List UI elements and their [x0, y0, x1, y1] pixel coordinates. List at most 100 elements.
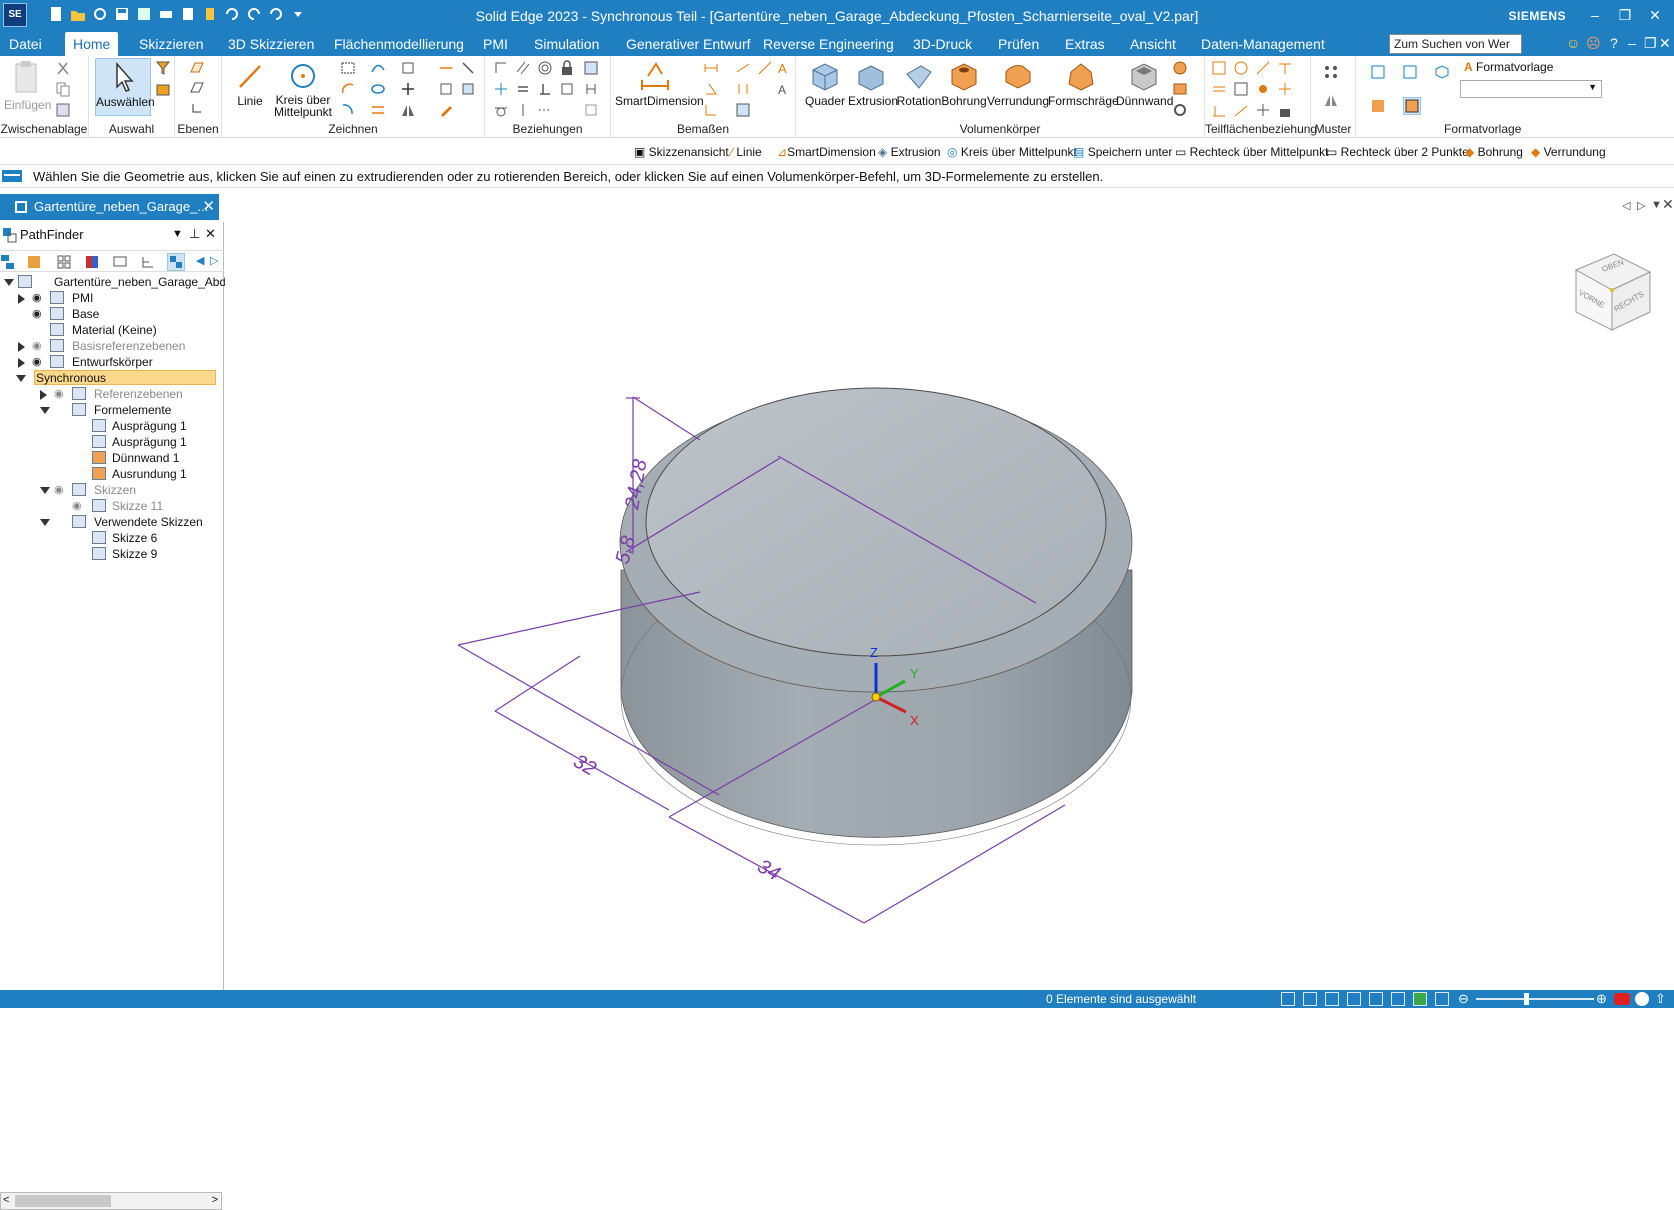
zoom-slider-thumb[interactable]	[1524, 993, 1529, 1005]
view-cube[interactable]: OBEN VORNE RECHTS	[1574, 253, 1652, 331]
tree-node[interactable]: Ausprägung 1	[0, 434, 224, 450]
visibility-eye-icon[interactable]: ◉	[32, 291, 42, 304]
panel-menu-icon[interactable]: ▼	[172, 228, 183, 240]
visibility-eye-icon[interactable]: ◉	[54, 483, 64, 496]
perpendicular-icon[interactable]	[537, 81, 553, 97]
zoom-out-icon[interactable]: ⊖	[1458, 991, 1469, 1007]
tab-generativer-entwurf[interactable]: Generativer Entwurf	[626, 36, 751, 52]
collapse-icon[interactable]	[40, 519, 50, 526]
gear-body-icon[interactable]	[1172, 102, 1188, 118]
video-icon[interactable]	[1614, 993, 1630, 1005]
distance-between-icon[interactable]	[703, 60, 719, 76]
pan-icon[interactable]	[1347, 992, 1361, 1006]
help-icon[interactable]: ?	[1610, 35, 1618, 51]
chamfer-dim-icon[interactable]	[757, 60, 773, 76]
scroll-left-icon[interactable]: ◀	[196, 254, 204, 267]
layers-icon[interactable]	[26, 254, 42, 270]
tab-scroll-right-icon[interactable]: ▷	[1637, 199, 1645, 212]
filter-icon[interactable]	[155, 60, 171, 76]
dim-axis-icon[interactable]	[735, 81, 751, 97]
tree-node[interactable]: ◉ Basisreferenzebenen	[0, 338, 224, 354]
duennwand-button[interactable]: Dünnwand	[1116, 60, 1173, 108]
parallel-icon[interactable]	[515, 60, 531, 76]
expand-icon[interactable]	[18, 342, 25, 352]
maintain-relation-icon[interactable]	[583, 81, 599, 97]
collapse-icon[interactable]	[40, 487, 50, 494]
tree-node[interactable]: ◉ Entwurfskörper	[0, 354, 224, 370]
arc-icon[interactable]	[340, 81, 356, 97]
tree-node[interactable]: ◉ PMI	[0, 290, 224, 306]
circle-center-button[interactable]: Kreis über Mittelpunkt	[266, 60, 340, 118]
grid-view-icon[interactable]	[56, 254, 72, 270]
cmd-skizzenansicht[interactable]: ▣ Skizzenansicht	[634, 145, 729, 159]
collapse-icon[interactable]	[16, 375, 26, 382]
dimension-32-label[interactable]: 32	[570, 750, 600, 780]
symmetric-icon[interactable]	[515, 102, 531, 118]
fit-view-icon[interactable]	[1281, 992, 1295, 1006]
tangent-icon[interactable]	[493, 102, 509, 118]
move-icon[interactable]	[400, 81, 416, 97]
frown-icon[interactable]: ☹	[1586, 35, 1601, 52]
cmd-speichern-unter[interactable]: ▤ Speichern unter	[1073, 145, 1172, 159]
split-icon[interactable]	[438, 81, 454, 97]
scrollbar-thumb[interactable]	[15, 1195, 111, 1207]
notification-icon[interactable]: ⇧	[1655, 991, 1666, 1007]
close-tab-icon[interactable]: ✕	[202, 197, 215, 215]
smile-icon[interactable]: ☺	[1566, 35, 1580, 51]
concentric-icon[interactable]	[537, 60, 553, 76]
face-lock-icon[interactable]	[1277, 102, 1293, 118]
bohrung-button[interactable]: Bohrung	[940, 60, 988, 108]
trim-icon[interactable]	[438, 60, 454, 76]
close-document-icon[interactable]: ✕	[1662, 196, 1674, 213]
relation-handles-icon[interactable]	[583, 60, 599, 76]
doc-close-icon[interactable]: ✕	[1659, 35, 1671, 52]
tree-node[interactable]: Material (Keine)	[0, 322, 224, 338]
pencil-icon[interactable]	[438, 102, 454, 118]
close-window-button[interactable]: ✕	[1642, 4, 1668, 26]
collapse-icon[interactable]	[40, 407, 50, 414]
tab-simulation[interactable]: Simulation	[534, 36, 599, 52]
select-tools-icon[interactable]	[155, 82, 171, 98]
paste-button[interactable]: Einfügen	[4, 60, 51, 112]
face-fixed-icon[interactable]	[1211, 102, 1227, 118]
sketch-view-icon[interactable]	[1391, 992, 1405, 1006]
tree-node[interactable]: Skizze 6	[0, 530, 224, 546]
dimension-34-label[interactable]: 34	[754, 855, 784, 885]
tree-node[interactable]: ◉ Skizze 11	[0, 498, 224, 514]
select-button[interactable]: Auswählen	[95, 58, 155, 116]
expand-icon[interactable]	[18, 358, 25, 368]
tab-home[interactable]: Home	[65, 32, 119, 56]
scroll-left-arrow-icon[interactable]: <	[3, 1194, 9, 1206]
tree-node[interactable]: Formelemente	[0, 402, 224, 418]
record-icon[interactable]	[1635, 992, 1649, 1006]
coordinate-dim-icon[interactable]	[703, 102, 719, 118]
tree-node[interactable]: Ausrundung 1	[0, 466, 224, 482]
tab-scroll-left-icon[interactable]: ◁	[1622, 199, 1630, 212]
shaded-icon[interactable]	[1370, 98, 1386, 114]
curve-icon[interactable]	[370, 60, 386, 76]
document-tab[interactable]: Gartentüre_neben_Garage_... ✕	[0, 194, 219, 220]
tab-skizzieren[interactable]: Skizzieren	[139, 36, 204, 52]
face-perpendicular-icon[interactable]	[1233, 81, 1249, 97]
model-canvas[interactable]: 24,28 5,8 32 34 Z Y X OBEN VORNE RECHTS	[225, 222, 1674, 990]
zoom-icon[interactable]	[1303, 992, 1317, 1006]
cmd-rechteck-2-punkte[interactable]: ▭ Rechteck über 2 Punkte	[1326, 145, 1469, 159]
smartdimension-button[interactable]: SmartDimension	[615, 60, 704, 108]
tree-node[interactable]: Ausprägung 1	[0, 418, 224, 434]
quader-button[interactable]: Quader	[804, 60, 846, 108]
feature-tree-icon[interactable]	[167, 253, 185, 271]
rotation-button[interactable]: Rotation	[896, 60, 942, 108]
face-parallel-icon[interactable]	[1211, 81, 1227, 97]
cmd-smartdimension[interactable]: ⊿SmartDimension	[777, 145, 876, 159]
cmd-rechteck-mittelpunkt[interactable]: ▭ Rechteck über Mittelpunkt	[1175, 145, 1328, 159]
view-front-icon[interactable]	[1370, 64, 1386, 80]
cmd-linie[interactable]: ⁄ Linie	[731, 145, 762, 159]
tab-3d-skizzieren[interactable]: 3D Skizzieren	[228, 36, 314, 52]
zoom-slider[interactable]	[1476, 993, 1594, 1005]
tab-3d-druck[interactable]: 3D-Druck	[913, 36, 972, 52]
plane-icon[interactable]	[189, 60, 205, 76]
line-button[interactable]: Linie	[230, 60, 270, 108]
tree-node[interactable]: Synchronous	[0, 370, 224, 386]
pin-icon[interactable]: ⊥	[189, 226, 200, 242]
angle-between-icon[interactable]	[703, 81, 719, 97]
